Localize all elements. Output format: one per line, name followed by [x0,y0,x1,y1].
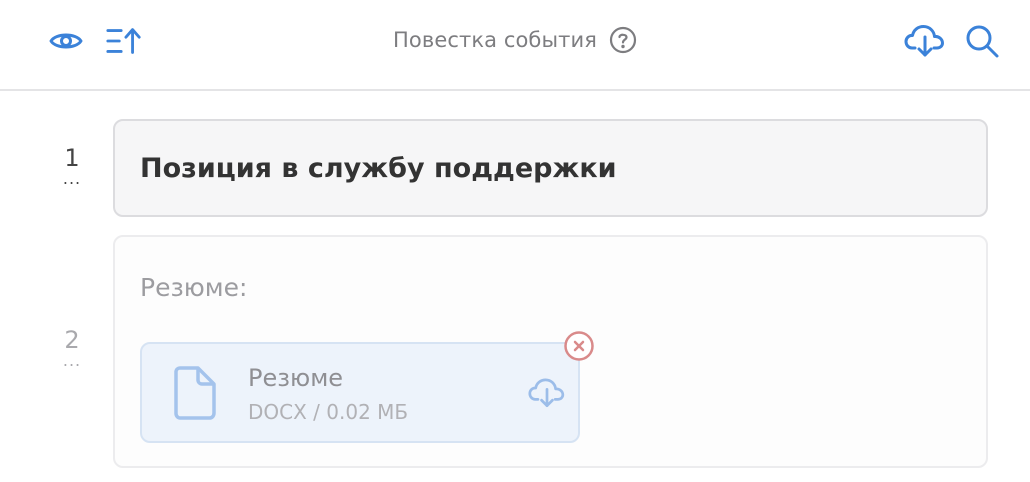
attachment-label: Резюме: [140,273,248,302]
cloud-download-icon[interactable] [528,377,566,413]
file-name: Резюме [248,364,344,392]
file-attachment[interactable]: Резюме DOCX / 0.02 МБ [140,342,580,443]
cloud-download-icon[interactable] [903,22,947,60]
search-icon[interactable] [963,22,1001,60]
agenda-item-title: Позиция в службу поддержки [140,152,617,184]
page-title: Повестка события [393,28,597,52]
header-bar: Повестка события [0,0,1030,91]
agenda-item-number: 2 ... [48,326,96,369]
item-drag-handle[interactable]: ... [48,353,96,369]
agenda-item-card: Резюме: Резюме DOCX / 0.02 МБ [113,235,988,468]
item-number-text: 2 [64,326,80,354]
item-drag-handle[interactable]: ... [48,171,96,187]
document-icon [170,366,218,424]
help-circle-icon[interactable] [609,26,637,54]
file-meta: DOCX / 0.02 МБ [248,400,409,424]
item-number-text: 1 [64,144,80,172]
page-title-group: Повестка события [0,26,1030,54]
agenda-item-card[interactable]: Позиция в службу поддержки [113,119,988,217]
remove-file-icon[interactable] [563,330,595,366]
agenda-item-number: 1 ... [48,144,96,187]
